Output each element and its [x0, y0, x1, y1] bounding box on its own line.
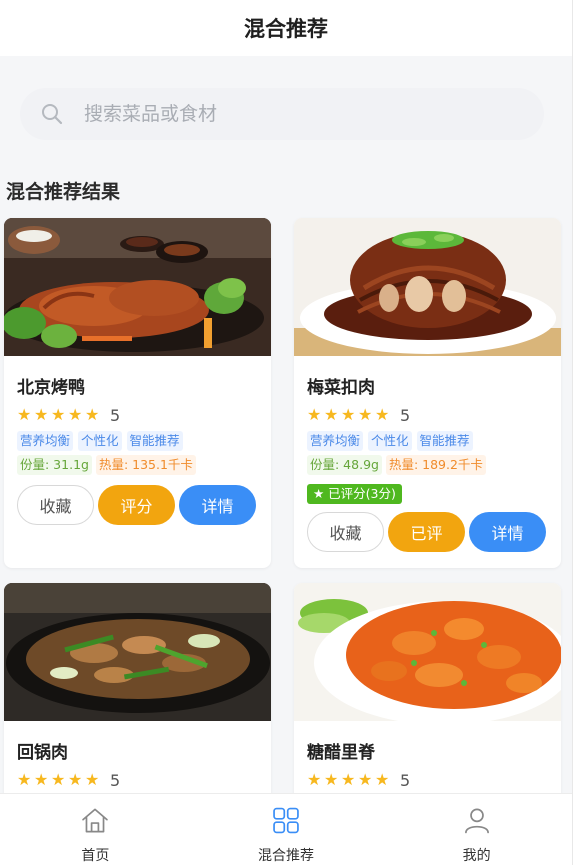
rating: ★ ★ ★ ★ ★ 5 [307, 770, 548, 790]
rating-value: 5 [110, 405, 121, 425]
tag: 智能推荐 [126, 431, 183, 451]
nutrition-info: 份量: 48.9g 热量: 189.2千卡 [307, 455, 548, 475]
star-icon: ★ [307, 770, 322, 789]
dish-name: 糖醋里脊 [307, 743, 375, 763]
star-icon: ★ [17, 770, 32, 789]
rating: ★ ★ ★ ★ ★ 5 [17, 770, 258, 790]
star-icon: ★ [341, 405, 356, 424]
tag: 个性化 [368, 431, 412, 451]
dish-image-twice-cooked-pork[interactable] [4, 583, 271, 721]
rating-value: 5 [400, 770, 411, 790]
nutrition-info: 份量: 31.1g 热量: 135.1千卡 [17, 455, 258, 475]
rated-badge: ★ 已评分(3分) [307, 484, 402, 504]
dish-image-braised-pork[interactable] [294, 218, 561, 356]
tab-label: 我的 [462, 848, 491, 864]
star-icon: ★ [68, 405, 83, 424]
dish-card[interactable]: 梅菜扣肉 ★ ★ ★ ★ ★ 5 营养均衡 个性化 智能推荐 份量: 48.9g… [294, 218, 561, 568]
header-bar: 混合推荐 [0, 0, 572, 56]
star-icon: ★ [324, 770, 339, 789]
star-icon: ★ [375, 405, 390, 424]
search-icon[interactable] [32, 94, 72, 134]
rating: ★ ★ ★ ★ ★ 5 [307, 405, 548, 425]
favorite-button[interactable]: 收藏 [17, 485, 94, 525]
star-icon: ★ [341, 770, 356, 789]
dish-name: 梅菜扣肉 [307, 378, 375, 398]
star-icon: ★ [85, 405, 100, 424]
star-icon: ★ [51, 770, 66, 789]
tag: 智能推荐 [416, 431, 473, 451]
tag-list: 营养均衡 个性化 智能推荐 [307, 431, 548, 451]
tag-list: 营养均衡 个性化 智能推荐 [17, 431, 258, 451]
star-icon: ★ [307, 405, 322, 424]
tag: 营养均衡 [17, 431, 74, 451]
window-edge [572, 0, 580, 865]
section-title: 混合推荐结果 [6, 181, 121, 203]
card-actions: 收藏 已评 详情 [307, 512, 548, 552]
star-icon: ★ [375, 770, 390, 789]
rated-button[interactable]: 已评 [388, 512, 465, 552]
detail-button[interactable]: 详情 [179, 485, 256, 525]
tag: 营养均衡 [307, 431, 364, 451]
tab-mixed-recommend[interactable]: 混合推荐 [191, 794, 382, 865]
rating: ★ ★ ★ ★ ★ 5 [17, 405, 258, 425]
calorie-badge: 热量: 135.1千卡 [95, 455, 196, 475]
favorite-button[interactable]: 收藏 [307, 512, 384, 552]
dish-image-sweet-sour-pork[interactable] [294, 583, 561, 721]
rate-button[interactable]: 评分 [98, 485, 175, 525]
tab-label: 首页 [81, 848, 110, 864]
tab-home[interactable]: 首页 [0, 794, 191, 865]
tag: 个性化 [78, 431, 122, 451]
tab-label: 混合推荐 [258, 848, 314, 864]
home-icon [82, 808, 109, 833]
star-icon: ★ [85, 770, 100, 789]
dish-card[interactable]: 北京烤鸭 ★ ★ ★ ★ ★ 5 营养均衡 个性化 智能推荐 份量: 31.1g… [4, 218, 271, 568]
page-title: 混合推荐 [244, 17, 328, 41]
star-icon: ★ [358, 405, 373, 424]
star-icon: ★ [358, 770, 373, 789]
star-icon: ★ [17, 405, 32, 424]
tab-mine[interactable]: 我的 [381, 794, 572, 865]
detail-button[interactable]: 详情 [469, 512, 546, 552]
calorie-badge: 热量: 189.2千卡 [385, 455, 486, 475]
bottom-tab-bar: 首页 混合推荐 我的 [0, 793, 572, 865]
portion-badge: 份量: 31.1g [17, 455, 92, 475]
card-actions: 收藏 评分 详情 [17, 485, 258, 525]
dish-name: 回锅肉 [17, 743, 68, 763]
rating-value: 5 [110, 770, 121, 790]
star-icon: ★ [68, 770, 83, 789]
search-input[interactable] [84, 103, 504, 125]
dish-image-roast-duck[interactable] [4, 218, 271, 356]
star-icon: ★ [34, 770, 49, 789]
star-icon: ★ [51, 405, 66, 424]
portion-badge: 份量: 48.9g [307, 455, 382, 475]
grid-icon [273, 807, 299, 834]
star-icon: ★ [324, 405, 339, 424]
rating-value: 5 [400, 405, 411, 425]
star-icon: ★ [34, 405, 49, 424]
search-bar[interactable] [20, 88, 544, 140]
user-icon [464, 808, 489, 834]
dish-name: 北京烤鸭 [17, 378, 85, 398]
